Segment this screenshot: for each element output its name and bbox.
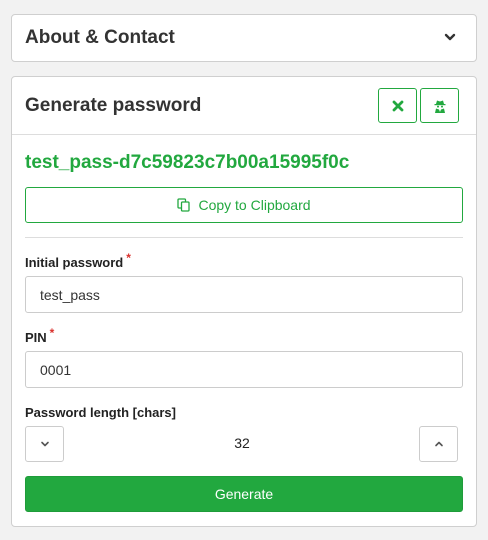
user-secret-button[interactable] bbox=[420, 88, 459, 123]
pin-label-text: PIN bbox=[25, 330, 47, 345]
panel-title: Generate password bbox=[25, 95, 202, 116]
generate-password-panel: Generate password test_pass-d7c59823c7b0… bbox=[11, 76, 477, 527]
divider bbox=[25, 237, 463, 238]
x-icon bbox=[392, 100, 403, 111]
copy-to-clipboard-button[interactable]: Copy to Clipboard bbox=[25, 187, 463, 223]
decrease-length-button[interactable] bbox=[25, 426, 64, 462]
about-contact-title[interactable]: About & Contact bbox=[25, 27, 175, 49]
copy-label: Copy to Clipboard bbox=[198, 197, 311, 213]
copy-icon bbox=[177, 198, 191, 212]
pin-input[interactable] bbox=[25, 351, 463, 388]
required-mark: * bbox=[126, 251, 131, 265]
chevron-up-icon bbox=[434, 441, 443, 447]
pin-label: PIN * bbox=[25, 326, 54, 345]
clear-button[interactable] bbox=[378, 88, 417, 123]
initial-password-input[interactable] bbox=[25, 276, 463, 313]
panel-header: Generate password bbox=[12, 77, 476, 135]
chevron-down-icon[interactable] bbox=[442, 29, 458, 45]
user-secret-icon bbox=[434, 100, 445, 113]
password-length-value[interactable]: 32 bbox=[68, 435, 416, 451]
password-length-label: Password length [chars] bbox=[25, 405, 176, 420]
required-mark: * bbox=[49, 326, 55, 340]
about-contact-panel: About & Contact bbox=[11, 14, 477, 62]
initial-password-label: Initial password * bbox=[25, 251, 131, 270]
initial-password-label-text: Initial password bbox=[25, 255, 124, 270]
chevron-down-icon bbox=[40, 441, 49, 447]
generate-button[interactable]: Generate bbox=[25, 476, 463, 512]
increase-length-button[interactable] bbox=[419, 426, 458, 462]
generated-password: test_pass-d7c59823c7b00a15995f0c bbox=[25, 152, 350, 173]
